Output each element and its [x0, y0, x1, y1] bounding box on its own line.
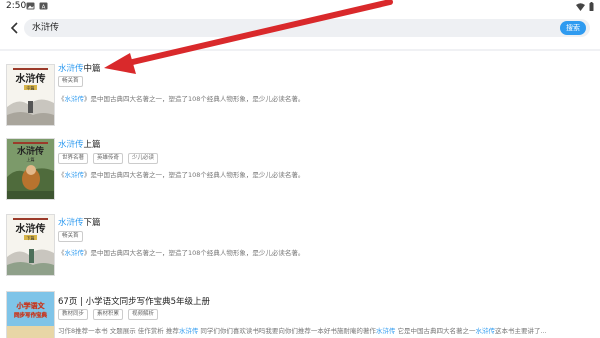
result-description: 《水浒传》是中国古典四大名著之一，塑造了108个经典人物形象，是少儿必读名著。	[58, 249, 305, 257]
tag: 少儿必读	[128, 153, 159, 164]
result-title[interactable]: 水浒传上篇	[58, 138, 101, 150]
tag: 世界名著	[58, 153, 89, 164]
back-button[interactable]	[6, 19, 24, 37]
result-description: 《水浒传》是中国古典四大名著之一，塑造了108个经典人物形象，是少儿必读名著。	[58, 171, 305, 179]
cover-title: 水浒传	[15, 222, 46, 235]
tag-list: 世界名著 英雄传奇 少儿必读	[58, 153, 159, 164]
title-highlight: 水浒传	[58, 64, 84, 74]
result-title[interactable]: 水浒传下篇	[58, 216, 101, 228]
tag: 畅关首	[58, 231, 83, 242]
book-cover: 水浒传 下篇	[6, 214, 55, 276]
book-cover: 小学语文 同步写作宝典	[6, 291, 55, 338]
result-item[interactable]: 小学语文 同步写作宝典 67页 | 小学语文同步写作宝典5年级上册 教材同步 素…	[0, 286, 600, 338]
battery-icon	[589, 2, 594, 11]
search-input[interactable]	[32, 19, 512, 37]
result-description: 《水浒传》是中国古典四大名著之一，塑造了108个经典人物形象，是少儿必读名著。	[58, 95, 305, 103]
app-notification-icon: A	[39, 2, 48, 10]
result-item[interactable]: 水浒传 上篇 水浒传上篇 世界名著 英雄传奇 少儿必读 《水浒传》是中国古典四大…	[0, 133, 600, 208]
cover-title: 小学语文	[16, 301, 46, 310]
tag: 英雄传奇	[93, 153, 124, 164]
cover-subtitle: 中篇	[27, 84, 35, 90]
tag-list: 畅关首	[58, 76, 83, 87]
result-title[interactable]: 水浒传中篇	[58, 62, 101, 74]
search-box: 搜索	[24, 19, 590, 37]
cover-subtitle: 下篇	[27, 234, 35, 240]
result-item[interactable]: 水浒传 下篇 水浒传下篇 畅关首 《水浒传》是中国古典四大名著之一，塑造了108…	[0, 208, 600, 283]
cover-subtitle: 上篇	[27, 156, 35, 162]
tag: 素材积累	[93, 309, 124, 320]
tag: 畅关首	[58, 76, 83, 87]
result-item[interactable]: 水浒传 中篇 水浒传中篇 畅关首 《水浒传》是中国古典四大名著之一，塑造了108…	[0, 58, 600, 128]
search-bar: 搜索	[0, 14, 600, 42]
wifi-icon	[576, 2, 585, 11]
cover-title: 水浒传	[17, 145, 44, 157]
cover-title: 水浒传	[15, 72, 46, 85]
tag: 教材同步	[58, 309, 89, 320]
back-arrow-icon	[10, 22, 18, 34]
cover-subtitle: 同步写作宝典	[14, 311, 48, 319]
search-button[interactable]: 搜索	[560, 21, 586, 35]
result-title[interactable]: 67页 | 小学语文同步写作宝典5年级上册	[58, 295, 210, 307]
book-cover: 水浒传 上篇	[6, 138, 55, 200]
status-bar: 2:50 A	[0, 0, 600, 14]
tag: 视频解析	[128, 309, 159, 320]
book-cover: 水浒传 中篇	[6, 64, 55, 126]
result-description: 习作8推荐一本书 文题展示 佳作赏析 推荐水浒传 同学们你们喜欢读书吗我要向你们…	[58, 327, 547, 335]
image-notification-icon	[26, 2, 35, 10]
tag-list: 畅关首	[58, 231, 83, 242]
divider	[0, 49, 600, 51]
status-time: 2:50	[6, 1, 27, 11]
title-rest: 中篇	[83, 64, 101, 74]
svg-text:A: A	[42, 4, 46, 10]
tag-list: 教材同步 素材积累 视频解析	[58, 309, 159, 320]
